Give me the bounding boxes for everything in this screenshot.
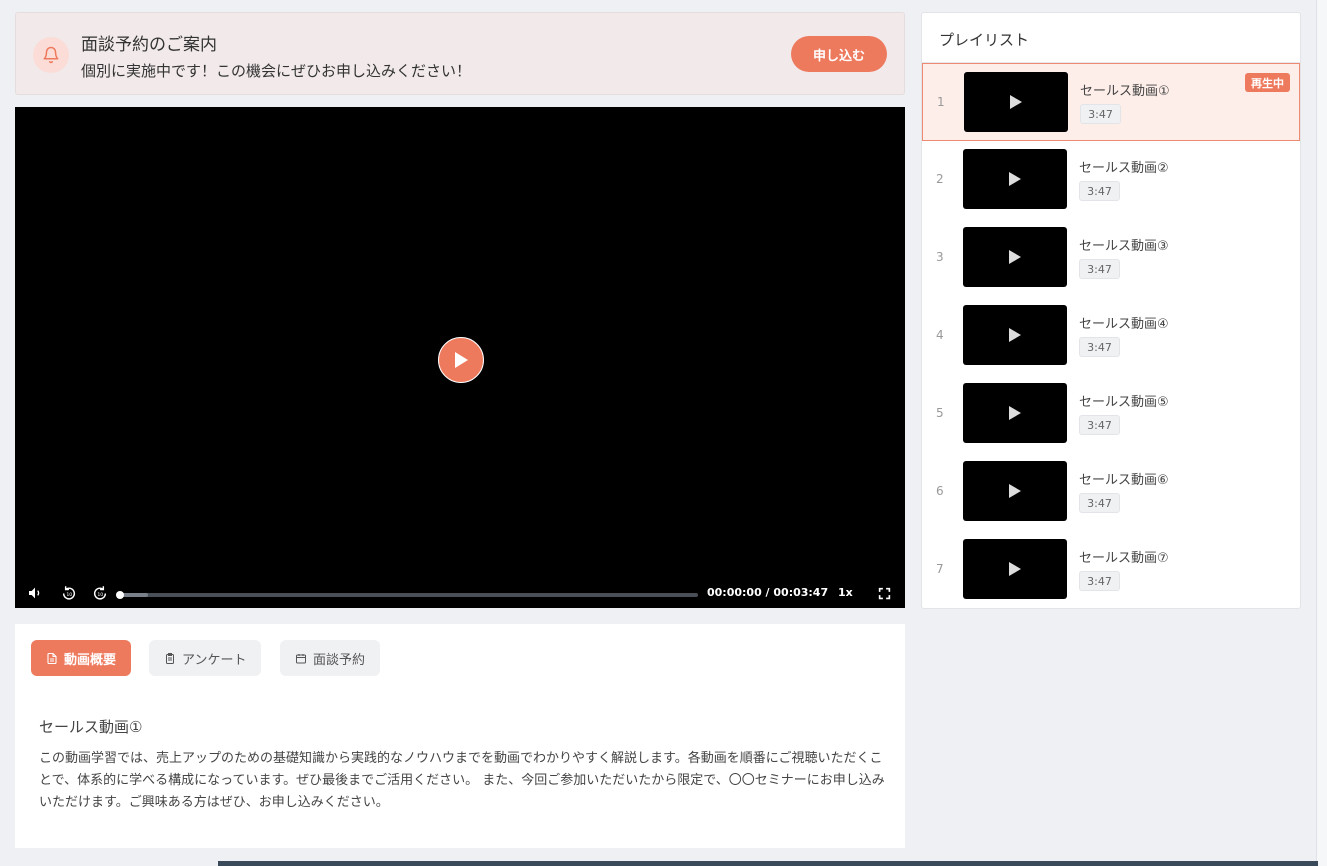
svg-text:10: 10 [97,592,103,598]
duration-badge: 3:47 [1079,259,1120,279]
seek-handle[interactable] [116,591,124,599]
playlist-item-number: 1 [937,95,945,109]
playlist-item[interactable]: 5 セールス動画⑤ 3:47 [922,375,1300,453]
forward-10-icon[interactable]: 10 [92,585,108,601]
playlist-item-number: 4 [936,328,944,342]
video-thumbnail[interactable] [963,227,1067,287]
playlist-item[interactable]: 4 セールス動画④ 3:47 [922,297,1300,375]
video-player[interactable]: 10 10 00:00:00 / 00:03:47 1x [15,107,905,608]
video-thumbnail[interactable] [963,305,1067,365]
duration-badge: 3:47 [1079,493,1120,513]
video-thumbnail[interactable] [964,72,1068,132]
play-icon [455,352,468,368]
play-icon [1009,406,1021,420]
playlist-item-number: 6 [936,484,944,498]
duration-badge: 3:47 [1079,415,1120,435]
svg-text:10: 10 [66,592,72,598]
tab-label: 面談予約 [313,651,366,667]
playlist-title: プレイリスト [922,13,1300,63]
duration-badge: 3:47 [1079,571,1120,591]
play-icon [1010,95,1022,109]
content-title: セールス動画① [39,718,143,736]
play-icon [1009,172,1021,186]
tab-label: アンケート [182,651,247,667]
playlist-item-title: セールス動画① [1080,84,1170,99]
duration-badge: 3:47 [1080,104,1121,124]
video-thumbnail[interactable] [963,383,1067,443]
playlist-item[interactable]: 2 セールス動画② 3:47 [922,141,1300,219]
playback-speed-button[interactable]: 1x [838,586,853,599]
tab-survey[interactable]: アンケート [149,640,262,676]
rewind-10-icon[interactable]: 10 [61,585,77,601]
playlist-item-number: 3 [936,250,944,264]
time-display: 00:00:00 / 00:03:47 [707,586,829,599]
tab-overview[interactable]: 動画概要 [31,640,132,676]
video-thumbnail[interactable] [963,149,1067,209]
tab-label: 動画概要 [64,651,117,667]
banner-subtitle: 個別に実施中です！この機会にぜひお申し込みください！ [81,62,472,80]
video-thumbnail[interactable] [963,539,1067,599]
playlist-item-title: セールス動画⑦ [1079,551,1169,566]
playlist-item-number: 2 [936,172,944,186]
seek-bar[interactable] [116,591,698,599]
window-right-edge [1316,0,1327,866]
playlist-item-number: 7 [936,562,944,576]
play-icon [1009,250,1021,264]
playlist-item-title: セールス動画⑥ [1079,473,1169,488]
clipboard-icon [166,652,174,664]
playlist-item[interactable]: 3 セールス動画③ 3:47 [922,219,1300,297]
play-icon [1009,484,1021,498]
bottom-strip [218,861,1318,866]
tab-interview[interactable]: 面談予約 [280,640,381,676]
calendar-icon [296,653,306,663]
playlist-item-title: セールス動画③ [1079,239,1169,254]
interview-banner: 面談予約のご案内 個別に実施中です！この機会にぜひお申し込みください！ 申し込む [15,12,905,95]
playlist-item[interactable]: 1 セールス動画① 3:47 再生中 [922,63,1300,141]
video-thumbnail[interactable] [963,461,1067,521]
playlist-item-title: セールス動画④ [1079,317,1169,332]
playlist-item-number: 5 [936,406,944,420]
play-button[interactable] [438,337,484,383]
playlist-item[interactable]: 6 セールス動画⑥ 3:47 [922,453,1300,531]
play-icon [1009,328,1021,342]
duration-badge: 3:47 [1079,337,1120,357]
playlist-item-title: セールス動画⑤ [1079,395,1169,410]
playlist-item[interactable]: 7 セールス動画⑦ 3:47 [922,531,1300,609]
bell-icon [33,37,69,73]
fullscreen-icon[interactable] [876,585,892,601]
playlist-item-title: セールス動画② [1079,161,1169,176]
volume-icon[interactable] [27,585,43,601]
document-icon [47,652,57,664]
apply-button[interactable]: 申し込む [791,36,887,72]
info-panel: 動画概要 アンケート 面談予約 セールス動画① この動画学習では、売上アップのた… [15,624,905,848]
banner-title: 面談予約のご案内 [81,35,217,55]
now-playing-badge: 再生中 [1245,73,1290,92]
content-description: この動画学習では、売上アップのための基礎知識から実践的なノウハウまでを動画でわか… [39,751,885,810]
playlist-panel: プレイリスト 1 セールス動画① 3:47 再生中 2 セールス動画② 3:47 3 セールス動… [921,12,1301,609]
player-controls: 10 10 00:00:00 / 00:03:47 1x [15,578,905,608]
play-icon [1009,562,1021,576]
duration-badge: 3:47 [1079,181,1120,201]
